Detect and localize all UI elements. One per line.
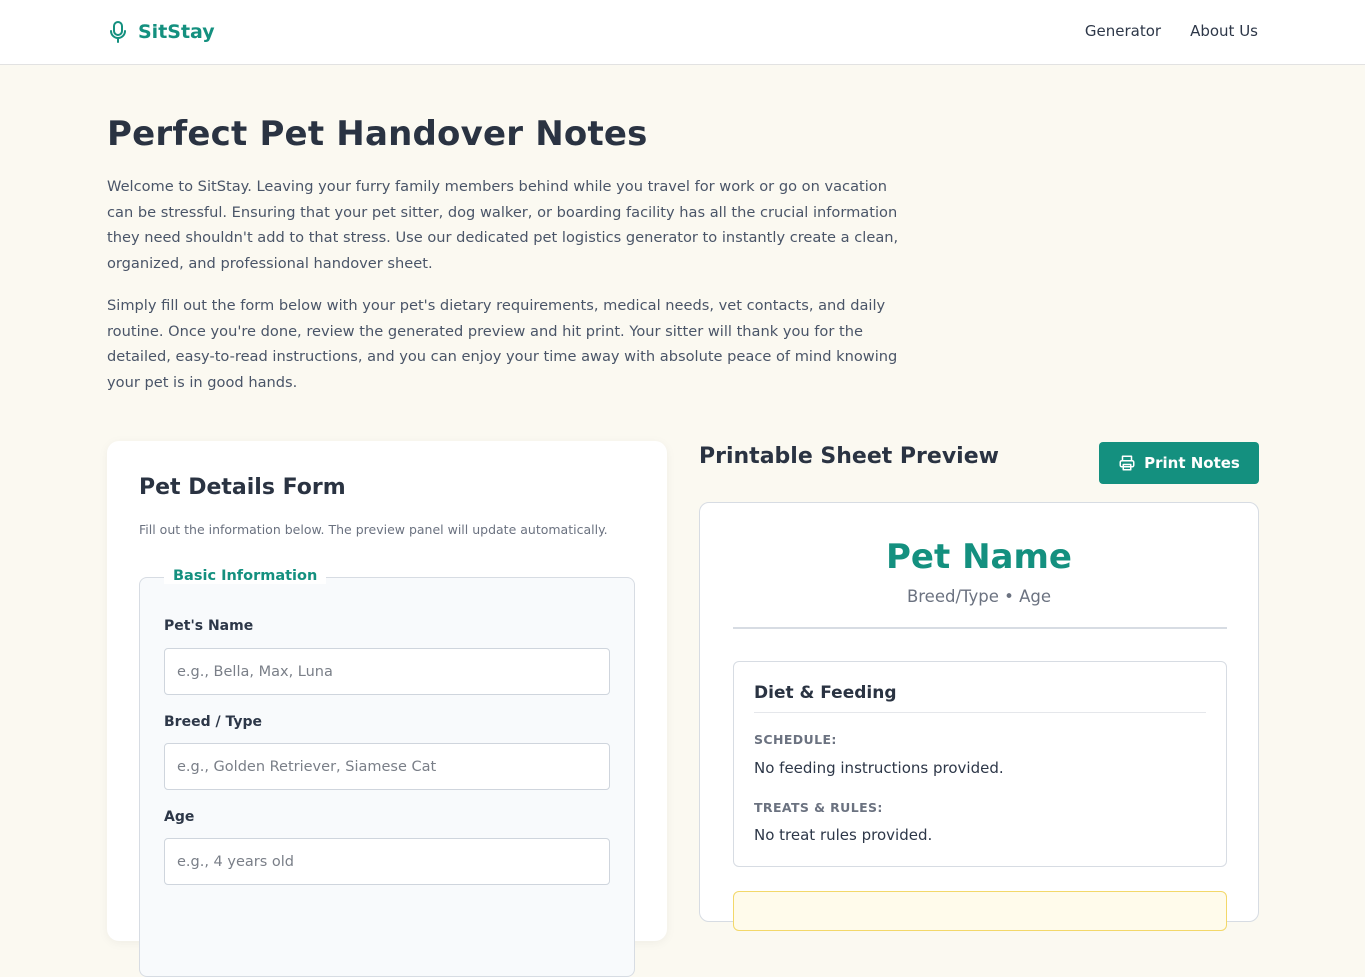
pet-name-input[interactable] <box>164 648 610 695</box>
main-nav: Generator About Us <box>1085 22 1258 40</box>
intro-section: Perfect Pet Handover Notes Welcome to Si… <box>107 114 917 412</box>
nav-link-generator[interactable]: Generator <box>1085 22 1161 40</box>
preview-title: Printable Sheet Preview <box>699 444 999 469</box>
treats-label: TREATS & RULES: <box>754 800 883 815</box>
diet-feeding-section: Diet & Feeding SCHEDULE: No feeding inst… <box>733 661 1227 867</box>
breed-type-input[interactable] <box>164 743 610 790</box>
intro-paragraph-2: Simply fill out the form below with your… <box>107 296 898 391</box>
nav-link-about-us[interactable]: About Us <box>1190 22 1258 40</box>
print-notes-button[interactable]: Print Notes <box>1099 442 1259 484</box>
print-notes-label: Print Notes <box>1144 454 1240 472</box>
basic-information-fieldset: Basic Information Pet's Name Breed / Typ… <box>139 568 635 977</box>
printable-sheet-preview: Pet Name Breed/Type • Age Diet & Feeding… <box>699 502 1259 931</box>
sheet-pet-subtitle: Breed/Type • Age <box>906 587 1052 606</box>
next-section-box <box>733 891 1227 931</box>
diet-section-title: Diet & Feeding <box>754 683 897 703</box>
form-help-text: Fill out the information below. The prev… <box>139 522 608 537</box>
fieldset-legend: Basic Information <box>164 568 327 584</box>
microphone-icon <box>110 21 126 43</box>
form-title: Pet Details Form <box>139 475 346 500</box>
age-input[interactable] <box>164 838 610 885</box>
schedule-value: No feeding instructions provided. <box>754 759 1004 777</box>
treats-value: No treat rules provided. <box>754 826 933 844</box>
schedule-label: SCHEDULE: <box>754 732 837 747</box>
section-divider <box>754 712 1206 713</box>
intro-paragraph-1: Welcome to SitStay. Leaving your furry f… <box>107 178 899 273</box>
pet-name-label: Pet's Name <box>164 618 254 634</box>
page-title: Perfect Pet Handover Notes <box>107 114 648 154</box>
age-label: Age <box>164 809 195 825</box>
brand-name: SitStay <box>138 21 215 43</box>
breed-type-label: Breed / Type <box>164 714 262 730</box>
sheet-divider <box>733 627 1227 629</box>
top-navbar: SitStay Generator About Us <box>0 0 1365 65</box>
brand-logo-link[interactable]: SitStay <box>108 20 215 44</box>
pet-details-form-card: Pet Details Form Fill out the informatio… <box>107 441 667 977</box>
printer-icon <box>1119 455 1135 471</box>
sheet-pet-name: Pet Name <box>886 537 1072 577</box>
